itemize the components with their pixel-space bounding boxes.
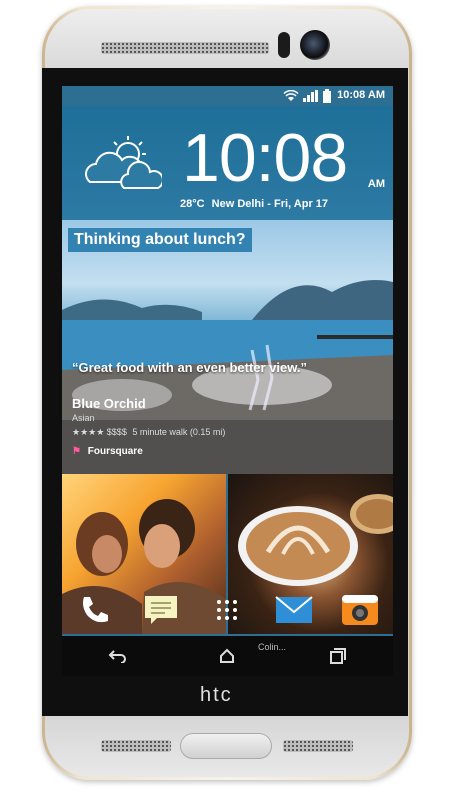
back-icon — [108, 650, 127, 663]
price-level: $$$$ — [106, 427, 127, 437]
date-separator: - — [267, 198, 275, 210]
hardware-button[interactable] — [180, 733, 272, 759]
messages-icon — [145, 596, 178, 624]
top-speaker-grille — [101, 42, 269, 54]
messages-app-button[interactable] — [142, 591, 180, 629]
distance: 5 minute walk (0.15 mi) — [132, 427, 226, 437]
home-icon — [220, 648, 235, 663]
app-dock — [62, 584, 393, 636]
feed-card[interactable]: Thinking about lunch? “Great food with a… — [62, 220, 393, 474]
notification-snippet: Colin... — [258, 642, 287, 652]
camera-icon — [341, 595, 378, 625]
mail-icon — [275, 596, 313, 623]
place-name: Blue Orchid — [72, 396, 146, 411]
clock-ampm: AM — [367, 178, 385, 190]
signal-icon — [303, 90, 318, 102]
bottom-speaker-grille-right — [283, 740, 353, 752]
home-button[interactable] — [207, 641, 247, 671]
place-details: ★★★★ $$$$ 5 minute walk (0.15 mi) — [72, 427, 225, 438]
temperature: 28°C — [180, 198, 205, 210]
feed-quote: “Great food with an even better view.” — [72, 360, 308, 375]
sensor-icon — [278, 32, 290, 58]
location: New Delhi — [211, 198, 265, 210]
htc-logo: htc — [200, 684, 233, 706]
wifi-icon — [283, 90, 299, 101]
phone-screen: 10:08 AM 10:08 AM 28°C New Delhi - Fri, … — [62, 86, 393, 676]
status-time: 10:08 AM — [337, 89, 385, 101]
back-button[interactable] — [97, 641, 137, 671]
place-category: Asian — [72, 413, 95, 423]
clock-time: 10:08 — [182, 120, 348, 196]
bottom-speaker-grille-left — [101, 740, 171, 752]
source-line: ⚑ Foursquare — [72, 446, 143, 457]
phone-icon — [83, 597, 109, 623]
feed-banner: Thinking about lunch? — [68, 228, 252, 252]
phone-app-button[interactable] — [76, 591, 114, 629]
app-drawer-icon — [217, 600, 238, 620]
battery-icon — [323, 89, 331, 103]
recents-button[interactable] — [318, 641, 358, 671]
navigation-bar — [62, 636, 393, 676]
status-bar: 10:08 AM — [62, 86, 393, 106]
clock-weather-widget[interactable]: 10:08 AM 28°C New Delhi - Fri, Apr 17 — [62, 106, 393, 220]
mail-app-button[interactable] — [275, 591, 313, 629]
front-camera-icon — [300, 30, 330, 60]
date: Fri, Apr 17 — [274, 198, 329, 210]
rating-stars: ★★★★ — [72, 427, 105, 437]
foursquare-icon: ⚑ — [72, 446, 81, 457]
source-name: Foursquare — [87, 446, 143, 457]
weather-location-line: 28°C New Delhi - Fri, Apr 17 — [180, 198, 328, 210]
camera-app-button[interactable] — [341, 591, 379, 629]
app-drawer-button[interactable] — [208, 591, 246, 629]
partly-cloudy-icon — [85, 136, 162, 189]
recents-icon — [329, 648, 346, 664]
